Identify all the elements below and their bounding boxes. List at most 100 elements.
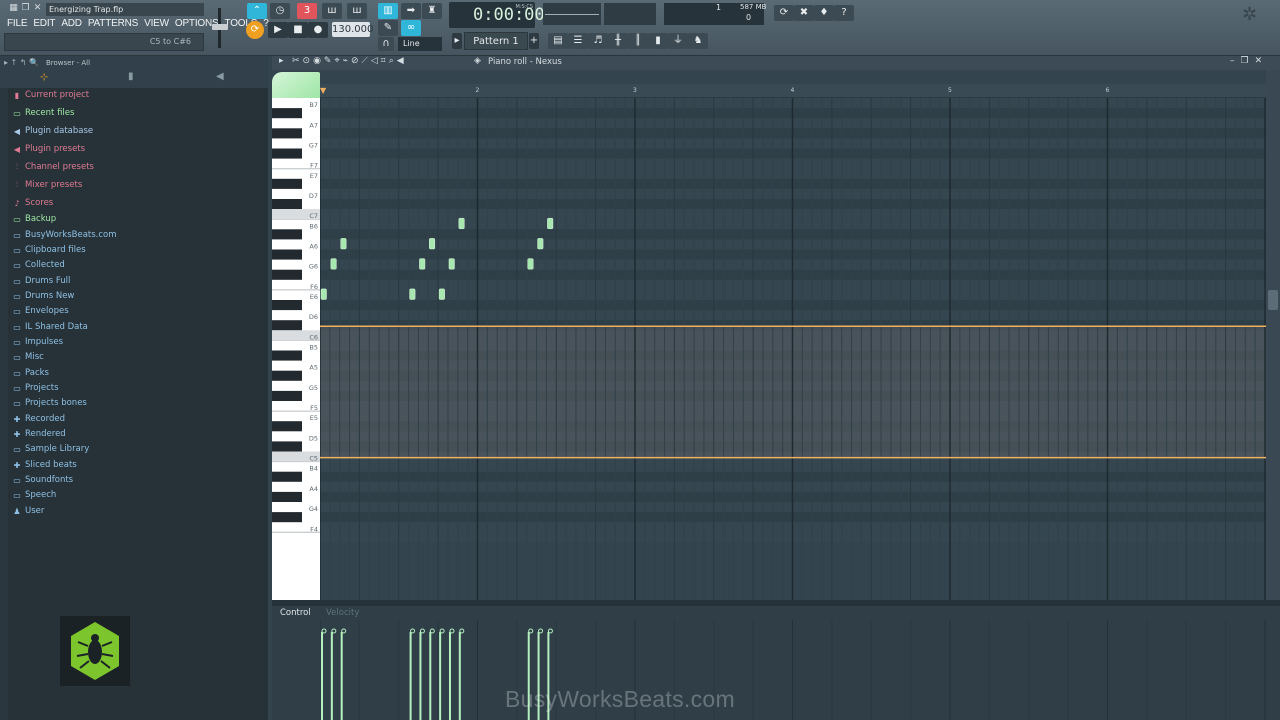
black-key[interactable] xyxy=(272,249,302,260)
browser-item-sliced-beats[interactable]: ✚ Sliced beats xyxy=(12,458,77,472)
note-e6[interactable] xyxy=(438,288,445,300)
close-icon[interactable]: ✕ xyxy=(32,3,43,14)
browser-item-mixer-presets[interactable]: ⫶ Mixer presets xyxy=(12,178,82,192)
browser-item-speech[interactable]: ▭ Speech xyxy=(12,488,56,502)
velocity-handle[interactable] xyxy=(449,628,455,634)
velocity-grid[interactable] xyxy=(319,620,1266,720)
velocity-handle[interactable] xyxy=(528,628,534,634)
piano-roll-icon[interactable]: ♬ xyxy=(588,33,608,49)
browser-item-projects[interactable]: ▭ Projects xyxy=(12,381,58,395)
help-icon[interactable]: ? xyxy=(834,5,854,21)
metronome-icon[interactable]: ⌃ xyxy=(247,3,267,19)
velocity-handle[interactable] xyxy=(321,628,327,634)
note-e6[interactable] xyxy=(409,288,416,300)
browser-item-user[interactable]: ♟ User xyxy=(12,504,44,518)
browser-item-drums-full[interactable]: ▭ Drums Full xyxy=(12,274,70,288)
browser-item-clipboard-files[interactable]: ▭ Clipboard files xyxy=(12,243,85,257)
browser-item-envelopes[interactable]: ▭ Envelopes xyxy=(12,304,68,318)
control-label[interactable]: Control xyxy=(280,608,311,618)
note-g6[interactable] xyxy=(527,258,534,270)
menu-item-patterns[interactable]: PATTERNS xyxy=(85,17,141,31)
magnet-icon[interactable]: ∩ xyxy=(378,37,394,51)
browser-item-current-project[interactable]: ▮ Current project xyxy=(12,88,89,102)
playhead-marker-icon[interactable]: ▼ xyxy=(320,86,326,95)
scrollbar-thumb[interactable] xyxy=(1268,290,1278,310)
menu-item-file[interactable]: FILE xyxy=(4,17,30,31)
black-key[interactable] xyxy=(272,269,302,280)
browser-item-channel-presets[interactable]: ⫶ Channel presets xyxy=(12,160,94,174)
note-a6[interactable] xyxy=(537,238,544,250)
tempo-display[interactable]: 130.000 xyxy=(332,22,373,37)
pattern-selector[interactable]: Pattern 1 xyxy=(464,32,528,50)
black-key[interactable] xyxy=(272,370,302,381)
browser-item-collected[interactable]: ▭ Collected xyxy=(12,258,65,272)
wait-input-icon[interactable]: ◷ xyxy=(270,3,290,19)
typing-keyboard-icon[interactable]: ▥ xyxy=(378,3,398,19)
browser-item-packs[interactable]: ▭ Packs xyxy=(12,366,49,380)
menu-item-view[interactable]: VIEW xyxy=(141,17,172,31)
note-g6[interactable] xyxy=(448,258,455,270)
pattern-song-toggle[interactable]: ⟳ xyxy=(246,21,264,39)
browser-options-icon[interactable]: ▸ ↑ ↰ 🔍 xyxy=(4,58,39,67)
browser-item-impulses[interactable]: ▭ Impulses xyxy=(12,335,63,349)
black-key[interactable] xyxy=(272,350,302,361)
metronome-bell-icon[interactable]: ♜ xyxy=(422,3,442,19)
piano-roll-menu-icon[interactable]: ▸ xyxy=(279,56,284,66)
mixer-icon[interactable]: ╫ xyxy=(608,33,628,49)
browser-tree-icon[interactable]: ⊹ xyxy=(40,72,48,83)
piano-roll-tools[interactable]: ✂⊙◉✎⌖⌁⊘⟋◁⌗⌕◀ xyxy=(292,56,407,66)
browser-item-drums-new[interactable]: ▭ Drums New xyxy=(12,289,74,303)
note-b6[interactable] xyxy=(547,217,554,230)
black-key[interactable] xyxy=(272,300,302,311)
channel-rack-icon[interactable]: ☰ xyxy=(568,33,588,49)
velocity-handle[interactable] xyxy=(439,628,445,634)
black-key[interactable] xyxy=(272,421,302,432)
velocity-handle[interactable] xyxy=(341,628,347,634)
velocity-handle[interactable] xyxy=(410,628,416,634)
browser-speaker-icon[interactable]: ◀ xyxy=(216,71,224,82)
note-g6[interactable] xyxy=(419,258,426,270)
browser-item-misc[interactable]: ▭ Misc xyxy=(12,350,44,364)
menu-item-edit[interactable]: EDIT xyxy=(30,17,58,31)
note-b6[interactable] xyxy=(458,217,465,230)
browser-item-sample-library[interactable]: ▭ Sample Library xyxy=(12,442,89,456)
step-edit-icon[interactable]: ш xyxy=(322,3,342,19)
velocity-handle[interactable] xyxy=(547,628,553,634)
step-icon[interactable]: ➡ xyxy=(401,3,421,19)
piano-roll-window-controls[interactable]: –❐✕ xyxy=(1230,56,1268,66)
link-icon[interactable]: ∞ xyxy=(401,20,421,36)
black-key[interactable] xyxy=(272,320,302,331)
browser-item-recorded[interactable]: ✚ Recorded xyxy=(12,412,65,426)
vertical-scrollbar[interactable] xyxy=(1266,70,1280,600)
mixer-faders-icon[interactable]: ║ xyxy=(628,33,648,49)
browser-item-plugin-presets[interactable]: ◀ Plugin presets xyxy=(12,142,85,156)
black-key[interactable] xyxy=(272,199,302,210)
record-button[interactable]: ● xyxy=(308,22,328,38)
browser-item-soundfonts[interactable]: ▭ Soundfonts xyxy=(12,473,73,487)
tempo-tapper-icon[interactable]: ♞ xyxy=(688,33,708,49)
render-icon[interactable]: ✖ xyxy=(794,5,814,21)
blend-notes-icon[interactable]: ш xyxy=(347,3,367,19)
velocity-handle[interactable] xyxy=(459,628,465,634)
prev-pattern-icon[interactable]: ▸ xyxy=(452,33,462,49)
browser-item-backup[interactable]: ▭ Backup xyxy=(12,212,56,226)
browser-file-icon[interactable]: ▮ xyxy=(128,71,134,82)
velocity-handle[interactable] xyxy=(419,628,425,634)
browser-item-recent-files[interactable]: ▭ Recent files xyxy=(12,106,74,120)
black-key[interactable] xyxy=(272,148,302,159)
velocity-handle[interactable] xyxy=(331,628,337,634)
note-g6[interactable] xyxy=(330,258,337,270)
black-key[interactable] xyxy=(272,441,302,452)
timeline-ruler[interactable]: 2 3 4 5 6 ▼ xyxy=(320,84,1266,98)
plugin-picker-icon[interactable]: ▮ xyxy=(648,33,668,49)
note-a6[interactable] xyxy=(429,238,436,250)
pencil-tool-icon[interactable]: ✎ xyxy=(378,20,398,36)
velocity-handle[interactable] xyxy=(538,628,544,634)
browser-item-il-shared-data[interactable]: ▭ IL Shared Data xyxy=(12,320,88,334)
black-key[interactable] xyxy=(272,128,302,139)
black-key[interactable] xyxy=(272,471,302,482)
menu-item-add[interactable]: ADD xyxy=(58,17,85,31)
microphone-icon[interactable]: ♦ xyxy=(814,5,834,21)
playlist-icon[interactable]: ▤ xyxy=(548,33,568,49)
snap-select[interactable]: Line xyxy=(398,37,442,51)
